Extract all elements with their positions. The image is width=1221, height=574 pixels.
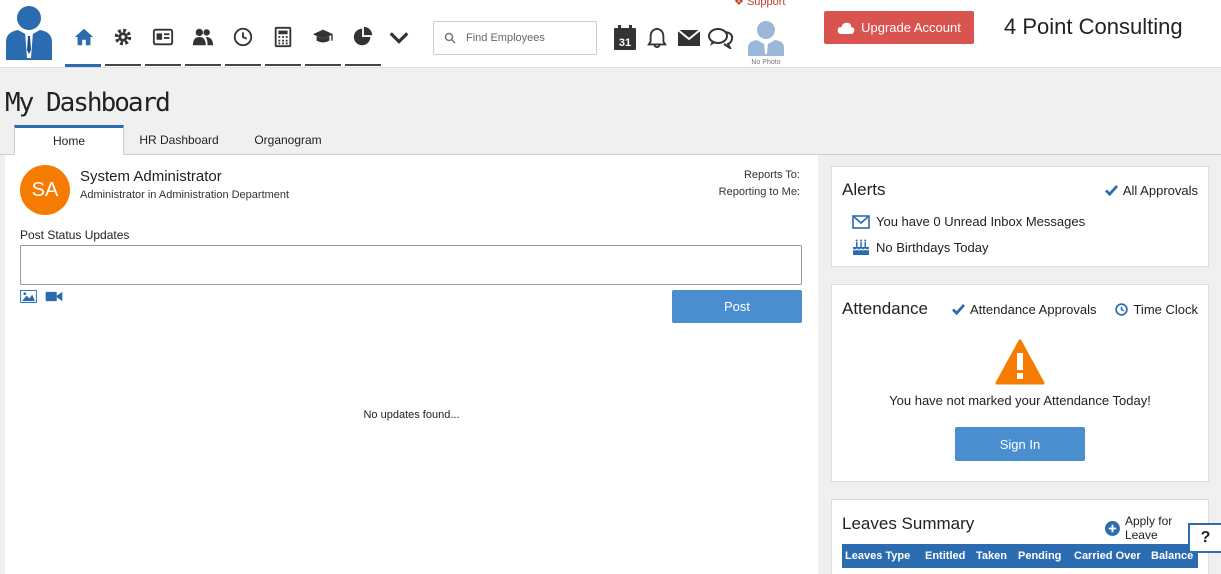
search-input[interactable] [466,32,576,44]
people-icon[interactable] [184,16,222,64]
leaves-table-header: Leaves Type Entitled Taken Pending Carri… [842,544,1198,568]
profile-name[interactable]: System Administrator [80,168,222,185]
nav-underline [105,64,141,66]
gear-icon[interactable] [104,16,142,64]
tab-organogram[interactable]: Organogram [238,125,338,155]
leaves-summary-card: Leaves Summary Apply for Leave Leaves Ty… [831,499,1209,574]
chat-bubbles-icon[interactable] [707,24,735,52]
all-approvals-link[interactable]: All Approvals [1104,183,1198,198]
cloud-icon [837,22,855,34]
user-avatar[interactable]: No Photo [746,18,786,66]
warning-icon [995,339,1045,385]
time-clock-link[interactable]: Time Clock [1115,302,1198,317]
inbox-message: You have 0 Unread Inbox Messages [876,214,1086,229]
nav-underline [225,64,261,66]
tab-home[interactable]: Home [14,125,124,155]
help-circle-icon: ❖ [734,0,744,8]
sign-in-button[interactable]: Sign In [955,427,1085,461]
help-button[interactable]: ? [1188,523,1221,553]
top-navigation-bar: 31 ❖ Support No Photo Upgrade Account 4 … [0,0,1221,68]
check-icon [1104,185,1118,196]
support-label: Support [746,0,786,8]
post-status-label: Post Status Updates [20,228,130,242]
upgrade-label: Upgrade Account [861,20,961,35]
attendance-title: Attendance [842,299,929,318]
calendar-day-text: 31 [619,37,631,49]
search-icon [444,32,456,44]
attendance-card: Attendance Attendance Approvals Time Clo… [831,284,1209,482]
attendance-approvals-link[interactable]: Attendance Approvals [952,302,1096,317]
nav-underline [305,64,341,66]
attendance-approvals-label: Attendance Approvals [970,302,1097,317]
reporting-to-me-label: Reporting to Me: [718,186,800,198]
dashboard-tabs: Home HR Dashboard Organogram [0,125,1221,155]
time-clock-label: Time Clock [1133,302,1198,317]
clock-icon[interactable] [224,16,262,64]
company-logo-icon[interactable] [4,2,54,60]
bell-icon[interactable] [643,24,671,52]
all-approvals-label: All Approvals [1122,183,1198,198]
profile-avatar[interactable]: SA [20,165,70,215]
leaves-summary-title: Leaves Summary [842,514,975,533]
empty-feed-message: No updates found... [363,409,460,421]
birthday-cake-icon [852,239,870,255]
attendance-message: You have not marked your Attendance Toda… [889,393,1151,408]
plus-circle-icon [1105,520,1120,536]
video-camera-icon[interactable] [45,290,63,303]
post-button[interactable]: Post [672,290,802,323]
column-header: Pending [1018,550,1062,562]
alerts-title: Alerts [842,180,886,199]
id-card-icon[interactable] [144,16,182,64]
clock-icon [1115,303,1129,316]
home-icon[interactable] [65,16,103,64]
pie-chart-icon[interactable] [344,16,382,64]
birthday-alert: No Birthdays Today [852,239,989,255]
media-attachments [20,290,63,303]
image-icon[interactable] [20,290,37,303]
search-box[interactable] [433,21,597,55]
calculator-icon[interactable] [264,16,302,64]
inbox-alert[interactable]: You have 0 Unread Inbox Messages [852,214,1085,229]
alerts-card: Alerts All Approvals You have 0 Unread I… [831,166,1209,267]
column-header: Balance [1151,550,1194,562]
nav-underline [265,64,301,66]
reporting-info: Reports To: Reporting to Me: [719,167,800,201]
company-name: 4 Point Consulting [1004,14,1183,39]
graduation-cap-icon[interactable] [304,16,342,64]
check-icon [952,304,965,315]
status-textarea[interactable] [20,245,802,285]
upgrade-account-button[interactable]: Upgrade Account [824,11,974,44]
nav-underline [185,64,221,66]
column-header: Carried Over [1074,550,1141,562]
column-header: Entitled [925,550,966,562]
nav-underline [345,64,381,66]
column-header: Taken [976,550,1007,562]
support-link[interactable]: ❖ Support [734,0,785,8]
no-photo-caption: No Photo [751,59,781,66]
column-header: Leaves Type [845,550,911,562]
chevron-down-icon[interactable] [380,16,418,64]
calendar-icon[interactable]: 31 [611,24,639,52]
tab-hr-dashboard[interactable]: HR Dashboard [130,125,228,155]
birthday-message: No Birthdays Today [876,239,989,255]
reports-to-label: Reports To: [743,169,800,181]
envelope-icon[interactable] [675,24,703,52]
envelope-outline-icon [852,214,870,229]
nav-underline-active [65,64,101,67]
status-feed-panel: SA System Administrator Administrator in… [5,155,818,574]
profile-role: Administrator in Administration Departme… [80,189,290,201]
nav-underline [145,64,181,66]
page-title: My Dashboard [5,88,171,118]
